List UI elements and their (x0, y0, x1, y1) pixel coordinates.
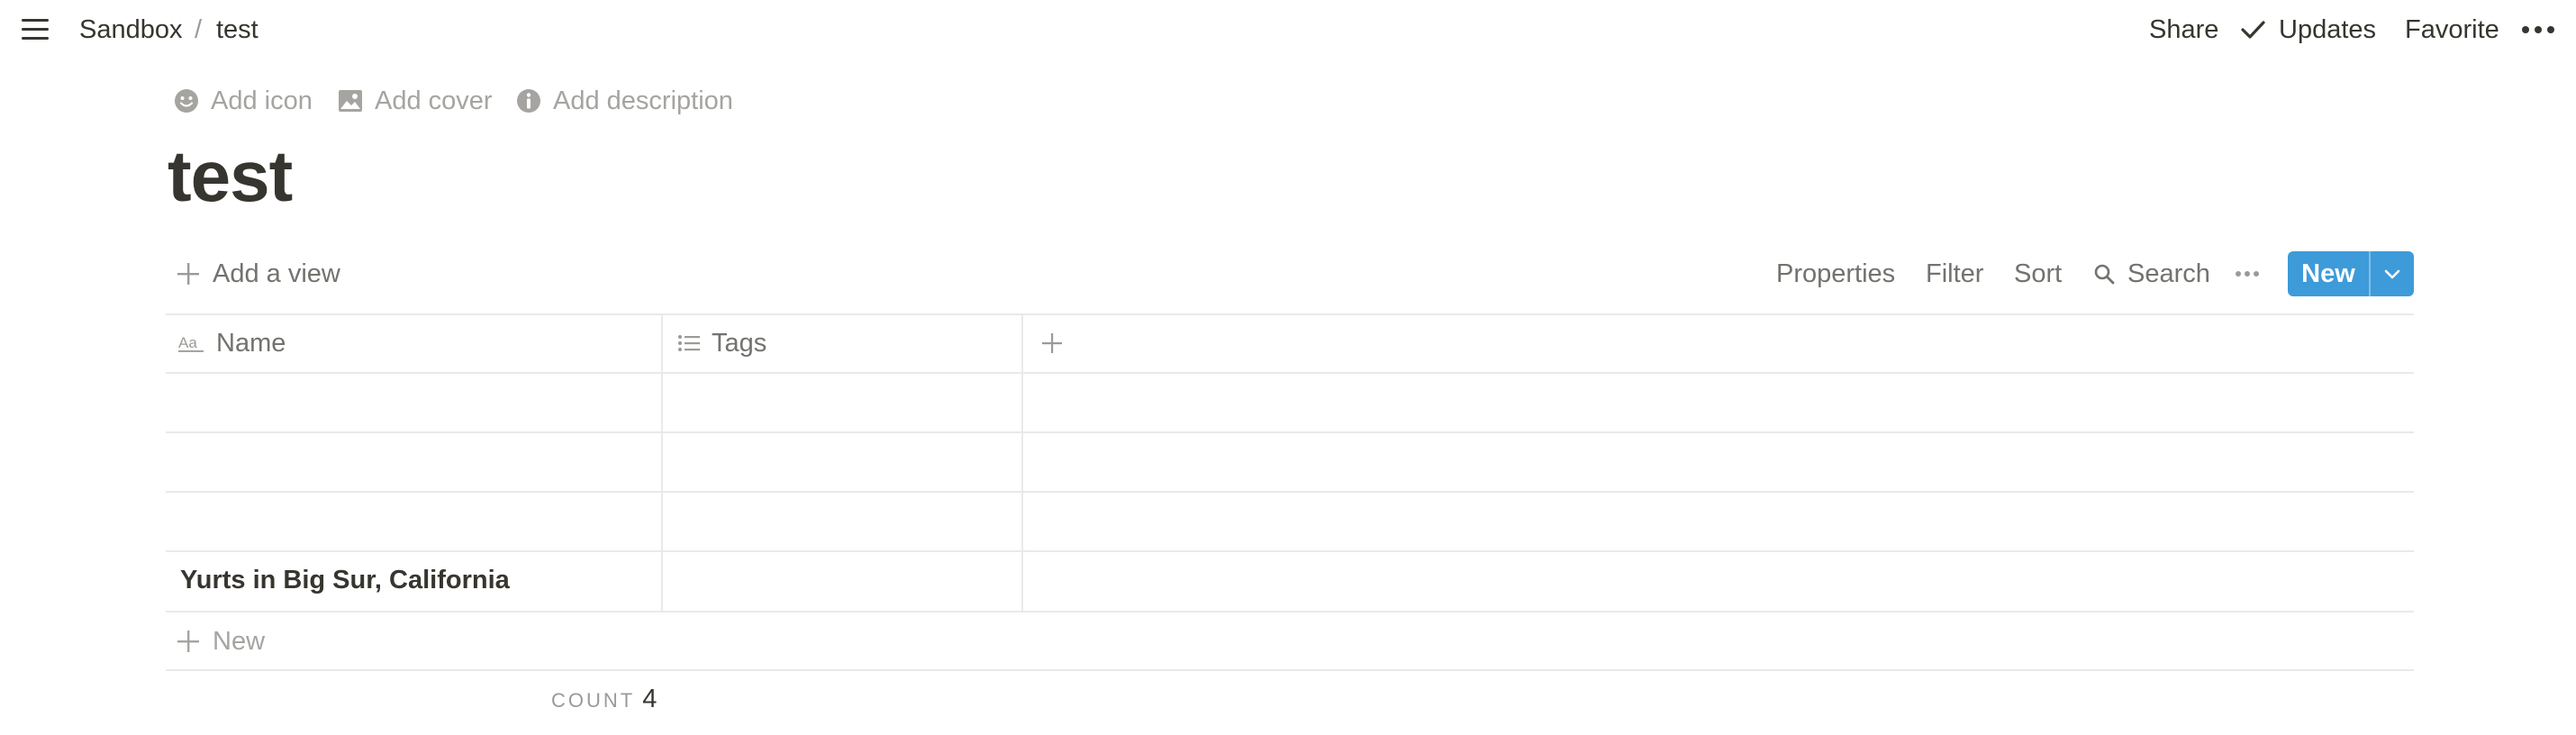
count-label: COUNT (551, 689, 636, 712)
plus-icon (177, 263, 199, 285)
table-bottom-border (166, 669, 2414, 671)
svg-text:Aa: Aa (178, 334, 197, 351)
plus-icon (177, 631, 199, 652)
column-header-label: Name (216, 328, 286, 358)
info-icon (517, 89, 540, 113)
row-count-summary[interactable]: COUNT 4 (551, 685, 657, 721)
view-more-button[interactable] (2234, 261, 2273, 286)
check-icon (2239, 16, 2266, 43)
column-header-name[interactable]: Aa Name (178, 315, 286, 371)
properties-button[interactable]: Properties (1776, 256, 1895, 292)
top-bar: Sandbox / test Share Updates Favorite (0, 0, 2576, 58)
breadcrumb-separator: / (195, 15, 203, 44)
add-property-button[interactable] (1041, 315, 1074, 371)
hamburger-menu-icon[interactable] (18, 13, 52, 47)
breadcrumb-sandbox[interactable]: Sandbox (79, 13, 183, 47)
filter-button[interactable]: Filter (1926, 256, 1983, 292)
cell-name[interactable]: Yurts in Big Sur, California (180, 562, 510, 598)
add-row-button[interactable]: New (177, 623, 265, 659)
new-record-options-button[interactable] (2369, 251, 2414, 296)
more-horizontal-icon[interactable] (2518, 16, 2558, 43)
search-button[interactable]: Search (2093, 256, 2210, 292)
image-icon (339, 90, 362, 112)
smiley-icon (175, 89, 198, 113)
table-row[interactable] (166, 492, 2414, 550)
table-row[interactable] (166, 432, 2414, 491)
table-top-border (166, 313, 2414, 315)
add-row-label: New (213, 627, 266, 656)
updates-button[interactable]: Updates (2279, 13, 2376, 47)
row-divider (166, 611, 2414, 612)
add-icon-label: Add icon (211, 86, 313, 115)
new-record-button[interactable]: New (2288, 251, 2369, 296)
add-icon-button[interactable]: Add icon (173, 83, 313, 119)
text-property-icon: Aa (178, 334, 204, 352)
search-icon (2094, 264, 2115, 285)
add-view-button[interactable]: Add a view (177, 256, 340, 292)
column-header-label: Tags (712, 328, 767, 358)
more-horizontal-icon (2236, 271, 2259, 277)
chevron-down-icon (2384, 269, 2400, 279)
plus-icon (1042, 333, 1062, 353)
list-property-icon (678, 335, 700, 351)
add-cover-label: Add cover (375, 86, 493, 115)
page-title[interactable]: test (168, 132, 293, 222)
share-button[interactable]: Share (2149, 13, 2218, 47)
count-value: 4 (642, 685, 658, 713)
new-record-button-group: New (2288, 251, 2414, 296)
table-row[interactable] (166, 373, 2414, 431)
add-view-label: Add a view (213, 259, 340, 288)
favorite-button[interactable]: Favorite (2405, 13, 2499, 47)
column-header-tags[interactable]: Tags (677, 315, 766, 371)
breadcrumb-test[interactable]: test (216, 13, 259, 47)
search-label: Search (2127, 259, 2210, 288)
table-row[interactable]: Yurts in Big Sur, California (166, 551, 2414, 611)
add-description-button[interactable]: Add description (515, 83, 733, 119)
add-cover-button[interactable]: Add cover (337, 83, 493, 119)
sort-button[interactable]: Sort (2014, 256, 2062, 292)
add-description-label: Add description (553, 86, 733, 115)
